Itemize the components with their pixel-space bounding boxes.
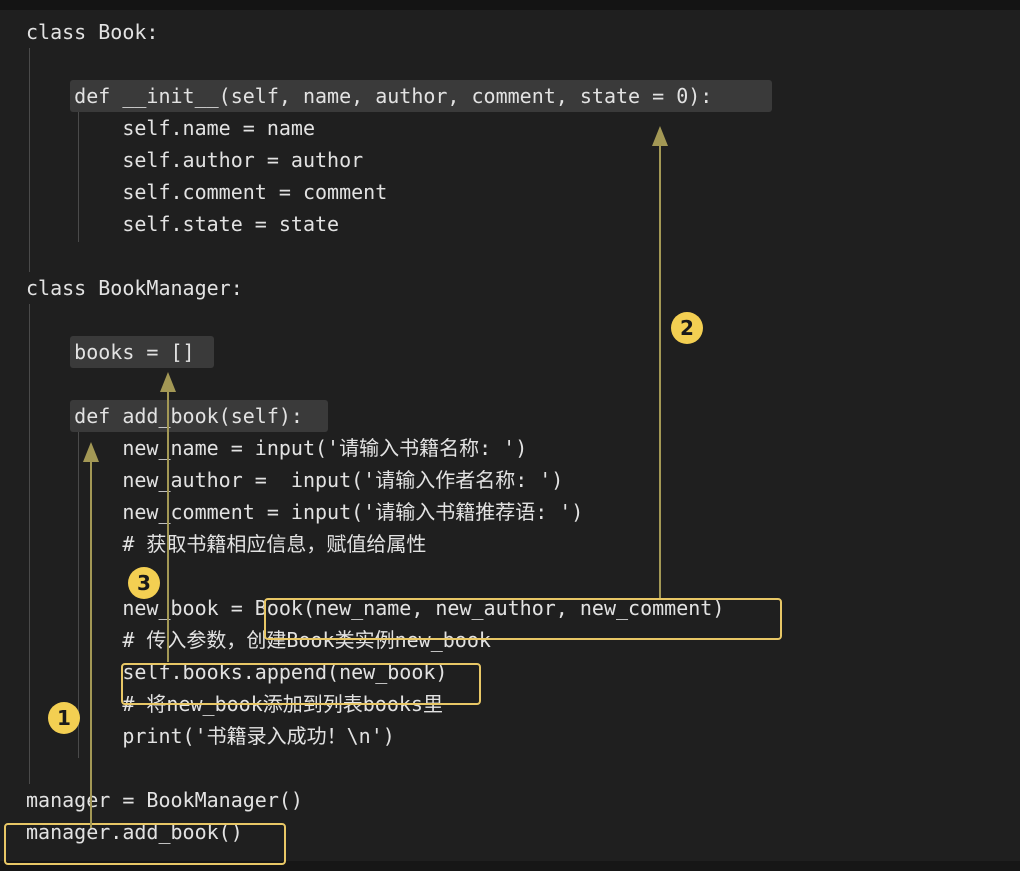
step-badge-2: 2 [671,312,703,344]
code-editor: class Book: def __init__(self, name, aut… [0,0,1020,865]
step-badge-3: 3 [128,567,160,599]
arrow-3-head [160,372,176,392]
step-badge-1: 1 [48,702,80,734]
annotation-arrows [83,126,668,828]
arrow-2-head [652,126,668,146]
arrow-1-head [83,442,99,462]
